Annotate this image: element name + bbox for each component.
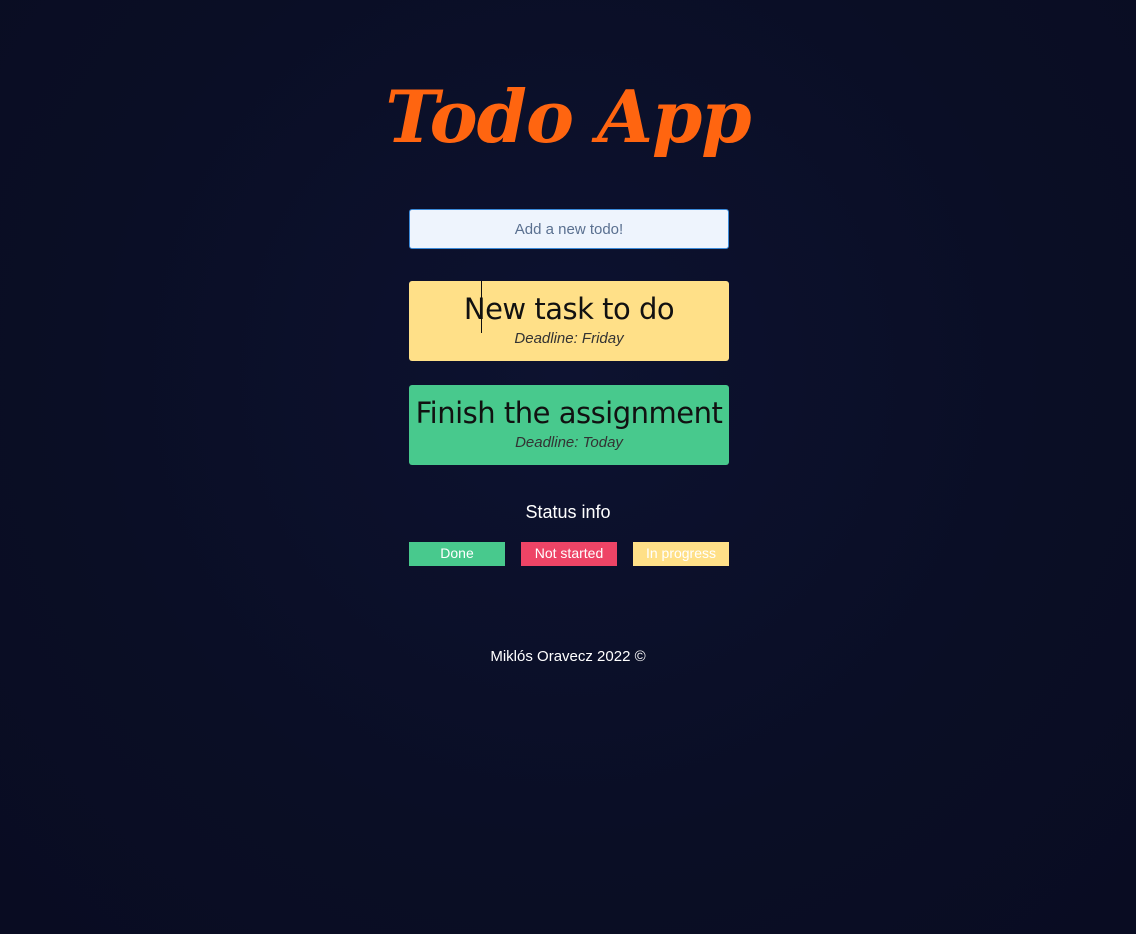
todo-deadline: Deadline: Today — [515, 434, 623, 451]
text-caret — [481, 281, 482, 333]
status-legend-done: Done — [409, 542, 505, 566]
app-title: Todo App — [385, 74, 751, 159]
todo-text-label: New task to do — [463, 292, 675, 326]
footer-copyright: Miklós Oravecz 2022 © — [490, 648, 646, 665]
status-info-heading: Status info — [525, 502, 611, 522]
new-todo-input[interactable] — [409, 209, 729, 249]
todo-text-label: Finish the assignment — [415, 396, 723, 430]
todo-deadline: Deadline: Friday — [514, 330, 624, 347]
todo-text[interactable]: New task to do — [409, 281, 729, 333]
status-legend-not-started: Not started — [521, 542, 617, 566]
todo-text[interactable]: Finish the assignment — [409, 385, 729, 431]
todo-item-done[interactable]: Finish the assignment Deadline: Today — [409, 385, 729, 465]
todo-item-in-progress[interactable]: New task to do Deadline: Friday — [409, 281, 729, 361]
status-legend-in-progress: In progress — [633, 542, 729, 566]
